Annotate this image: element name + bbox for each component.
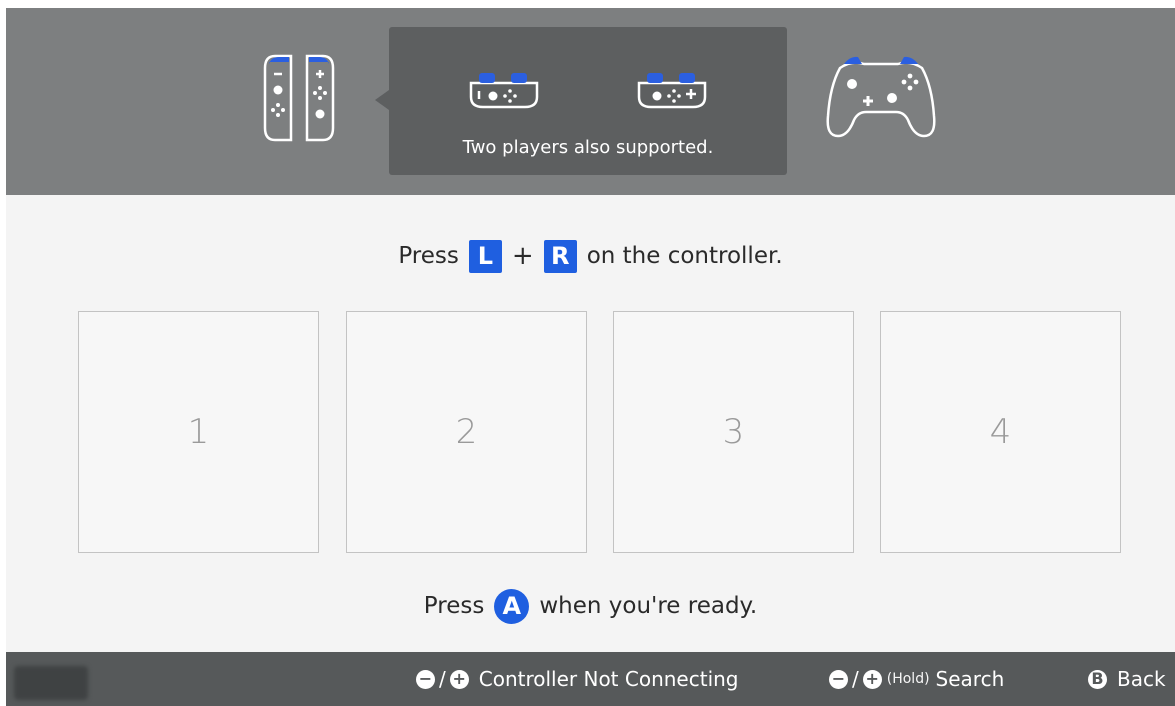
ready-prefix: Press	[423, 593, 485, 619]
plus-button-icon: +	[862, 669, 882, 689]
plus-sign: +	[511, 241, 534, 271]
minus-button-icon: −	[829, 669, 848, 689]
plus-button-icon: +	[449, 669, 469, 689]
b-button-icon: B	[1088, 669, 1107, 689]
ready-suffix: when you're ready.	[539, 593, 758, 619]
callout-text: Two players also supported.	[462, 137, 714, 158]
joycon-right-sideways-icon	[637, 73, 707, 109]
search-label: Search	[935, 667, 1005, 691]
press-a-ready[interactable]: Press A when you're ready.	[6, 586, 1175, 626]
instruction-suffix: on the controller.	[586, 243, 783, 269]
controller-pairing-screen: Two players also supported. Press L + R …	[6, 8, 1175, 706]
instruction-prefix: Press	[398, 243, 459, 269]
pro-controller-icon	[826, 56, 936, 138]
minus-button-icon: −	[416, 669, 435, 689]
joycon-left-sideways-icon	[469, 73, 539, 109]
l-button-icon: L	[468, 239, 502, 273]
player-slot-4: 4	[880, 311, 1121, 553]
slash-separator: /	[439, 667, 446, 691]
player-slot-2: 2	[346, 311, 587, 553]
controller-style-header: Two players also supported.	[6, 8, 1175, 195]
player-slot-1: 1	[78, 311, 319, 553]
back-button[interactable]: B Back	[1088, 652, 1166, 706]
r-button-icon: R	[543, 239, 577, 273]
controller-not-connecting-button[interactable]: − / + Controller Not Connecting	[416, 652, 739, 706]
player-slots: 1 2 3 4	[78, 311, 1126, 555]
back-label: Back	[1117, 667, 1166, 691]
not-connecting-label: Controller Not Connecting	[478, 667, 739, 691]
callout-pointer	[375, 90, 389, 110]
joycon-pair-icon	[263, 54, 335, 142]
footer-bar: − / + Controller Not Connecting − / + (H…	[6, 652, 1175, 706]
player-slot-3: 3	[613, 311, 854, 553]
console-thumbnail	[14, 666, 88, 700]
hold-label: (Hold)	[886, 671, 930, 687]
a-button-icon[interactable]: A	[494, 588, 530, 624]
two-players-callout: Two players also supported.	[389, 27, 787, 175]
search-button[interactable]: − / + (Hold) Search	[829, 652, 1004, 706]
slash-separator: /	[852, 667, 859, 691]
press-lr-instruction: Press L + R on the controller.	[6, 236, 1175, 276]
